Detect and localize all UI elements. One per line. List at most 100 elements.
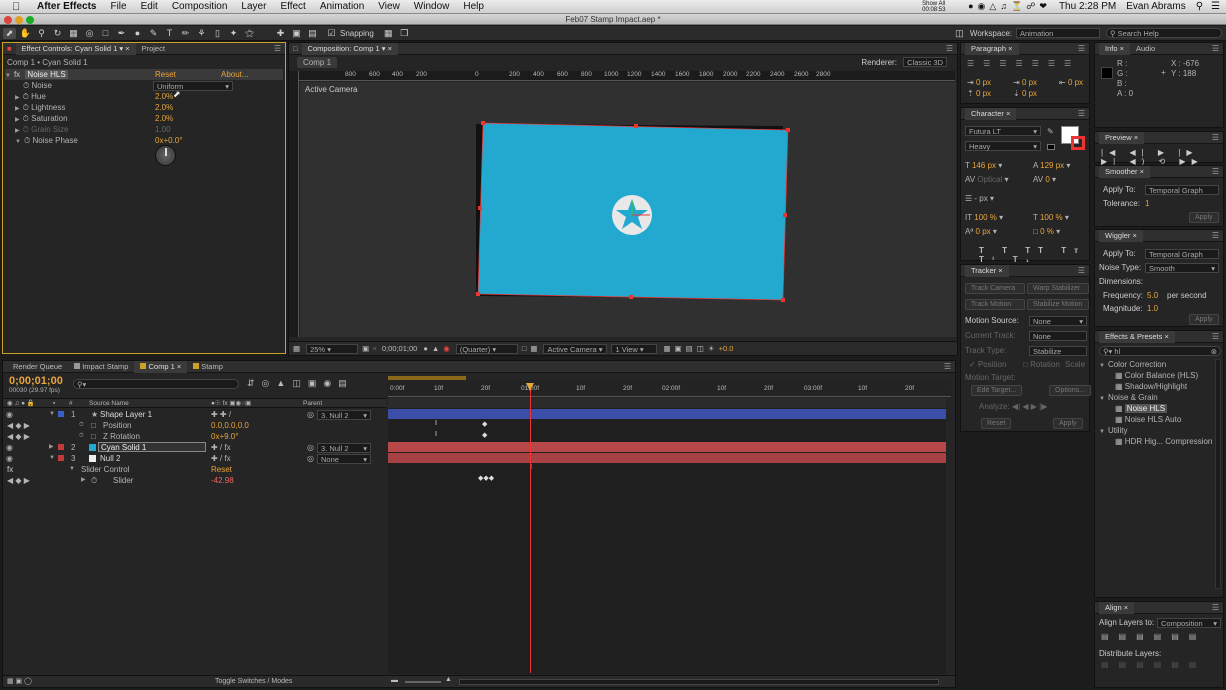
layer-name[interactable]: Null 2 xyxy=(100,453,120,464)
tab-composition[interactable]: Composition: Comp 1 ▾ × xyxy=(301,42,398,55)
graph-editor-icon[interactable]: ▤ xyxy=(338,378,354,388)
tab-smoother[interactable]: Smoother × xyxy=(1099,165,1150,178)
layer-bar-null-2[interactable] xyxy=(388,453,946,463)
channel-icon[interactable]: ◉ xyxy=(443,344,450,353)
pickwhip-icon[interactable]: ◎ xyxy=(307,409,314,420)
zoom-select[interactable]: 25% ▾ xyxy=(306,343,359,354)
comp-mini-flowchart-icon[interactable]: ⇵ xyxy=(247,378,262,388)
align-to-select[interactable]: Composition ▾ xyxy=(1157,618,1221,628)
tracking[interactable]: AV 0 ▾ xyxy=(1033,174,1056,185)
frame-blend-icon[interactable]: ▣ xyxy=(308,378,324,388)
camera-tool-icon[interactable]: ▦ xyxy=(67,28,80,39)
timeline-footer-icons[interactable]: ▦ ▣ ◯ xyxy=(7,677,32,685)
menu-file[interactable]: File xyxy=(103,1,133,12)
rotate-tool-icon[interactable]: ↻ xyxy=(51,28,64,39)
hand-tool-icon[interactable]: ✋ xyxy=(19,28,32,39)
tab-effects-presets[interactable]: Effects & Presets × xyxy=(1099,330,1175,343)
parent-select[interactable]: None ▾ xyxy=(317,454,371,464)
keyframe-icon[interactable]: I xyxy=(435,431,437,438)
effect-header[interactable]: ▼ fx Noise HLS Reset About... xyxy=(5,69,283,80)
menu-window[interactable]: Window xyxy=(407,1,457,12)
pen-tool-2-icon[interactable]: ✎ xyxy=(147,28,160,39)
col-source-name[interactable]: Source Name xyxy=(89,399,129,408)
indent-left[interactable]: ⇥ 0 px xyxy=(967,77,991,88)
user-name[interactable]: Evan Abrams xyxy=(1126,1,1185,12)
workspace-icon[interactable]: ◫ xyxy=(953,28,966,39)
noise-phase-dial[interactable] xyxy=(155,145,176,166)
clock[interactable]: Thu 2:28 PM xyxy=(1059,1,1116,12)
mask-icon[interactable]: ▫ xyxy=(373,344,376,353)
track-camera-button[interactable]: Track Camera xyxy=(965,283,1025,294)
toggle-pixel-icon[interactable]: ▦ xyxy=(663,344,670,353)
slider-value[interactable]: -42.98 xyxy=(211,475,234,486)
tree-color-balance-hls[interactable]: ▦ Color Balance (HLS) xyxy=(1115,370,1198,381)
stopwatch-icon[interactable]: ⏱ xyxy=(23,114,29,123)
effects-scrollbar[interactable] xyxy=(1215,359,1221,589)
tsume[interactable]: □ 0 % ▾ xyxy=(1033,226,1060,237)
noise-type-select[interactable]: Smooth ▾ xyxy=(1145,263,1219,273)
camera-select[interactable]: Active Camera ▾ xyxy=(543,343,608,354)
menu-view[interactable]: View xyxy=(371,1,407,12)
zoom-window-button[interactable] xyxy=(26,15,34,24)
layer-row-shape-layer-1[interactable]: ◉ ▼ 1 ★ Shape Layer 1 ✚ ✚ / ◎ 3. Null 2 ▾ xyxy=(3,409,386,420)
effects-search-input[interactable]: ⚲▾ hl ⊗ xyxy=(1099,346,1221,356)
graph-icon[interactable]: □ xyxy=(91,431,96,442)
layer-name[interactable]: Cyan Solid 1 xyxy=(98,442,206,452)
selection-tool-icon[interactable]: ⬈ xyxy=(3,27,16,39)
menu-edit[interactable]: Edit xyxy=(134,1,165,12)
label-swatch[interactable] xyxy=(58,455,64,461)
noise-dropdown[interactable]: Uniform ▾ xyxy=(153,81,233,91)
snap-edges-icon[interactable]: ▦ xyxy=(382,28,395,39)
menu-effect[interactable]: Effect xyxy=(273,1,312,12)
lock-icon[interactable]: ■ xyxy=(7,44,12,53)
layer-bar-shape-layer-1[interactable] xyxy=(388,409,946,419)
graph-icon[interactable]: □ xyxy=(91,420,96,431)
notifications-icon[interactable]: ☰ xyxy=(1211,1,1220,12)
tree-noise-hls[interactable]: ▦ Noise HLS xyxy=(1115,403,1168,414)
font-size[interactable]: T 146 px ▾ xyxy=(965,160,1002,171)
panel-menu-icon[interactable]: ☰ xyxy=(274,44,281,53)
tab-stamp[interactable]: Stamp xyxy=(187,361,229,373)
noise-phase-value[interactable]: 0x+0.0° xyxy=(155,135,182,146)
menu-composition[interactable]: Composition xyxy=(165,1,235,12)
stopwatch-icon[interactable]: ⏱ xyxy=(23,92,29,101)
property-row-slider-control[interactable]: fx ▼ Slider Control Reset xyxy=(3,464,386,475)
comp-breadcrumb[interactable]: Comp 1 xyxy=(297,57,338,68)
label-swatch[interactable] xyxy=(58,411,64,417)
tab-audio[interactable]: Audio xyxy=(1130,43,1161,55)
layer-name[interactable]: Shape Layer 1 xyxy=(100,409,152,420)
tab-character[interactable]: Character × xyxy=(965,107,1017,120)
ellipse-tool-icon[interactable]: ● xyxy=(131,28,144,39)
close-window-button[interactable] xyxy=(4,15,12,24)
tab-impact-stamp[interactable]: Impact Stamp xyxy=(68,361,134,373)
keyframe-nav[interactable]: ◀ ◆ ▶ xyxy=(7,475,30,486)
property-row-position[interactable]: ◀ ◆ ▶ ⏱ □ Position 0.0,0.0,0.0 xyxy=(3,420,386,431)
tab-info[interactable]: Info × xyxy=(1099,42,1130,55)
panel-menu-icon[interactable]: ☰ xyxy=(1212,603,1219,612)
space-after[interactable]: ⇣ 0 px xyxy=(1013,88,1037,99)
z-rotation-value[interactable]: 0x+9.0° xyxy=(211,431,238,442)
tab-align[interactable]: Align × xyxy=(1099,601,1135,614)
tab-effect-controls[interactable]: Effect Controls: Cyan Solid 1 ▾ × xyxy=(15,42,136,55)
space-before[interactable]: ⇡ 0 px xyxy=(967,88,991,99)
tree-color-correction[interactable]: ▼ Color Correction xyxy=(1099,359,1166,370)
exposure-value[interactable]: +0.0 xyxy=(719,344,734,353)
baseline-shift[interactable]: Aª 0 px ▾ xyxy=(965,226,997,237)
transparency-grid-icon[interactable]: ▦ xyxy=(530,344,537,353)
black-swatch[interactable] xyxy=(1047,144,1055,150)
panel-menu-icon[interactable]: ☰ xyxy=(1078,44,1085,53)
apple-icon[interactable]:  xyxy=(12,1,24,13)
visibility-icon[interactable]: ◉ xyxy=(5,453,14,464)
pickwhip-icon[interactable]: ◎ xyxy=(307,453,314,464)
puppet-tool-icon[interactable]: ⚝ xyxy=(243,28,256,39)
snap-features-icon[interactable]: ❒ xyxy=(398,28,411,39)
tree-noise-grain[interactable]: ▼ Noise & Grain xyxy=(1099,392,1158,403)
grid-icon[interactable]: ▣ xyxy=(362,344,369,353)
zoom-tool-icon[interactable]: ⚲ xyxy=(35,28,48,39)
stroke-width[interactable]: ☰ - px ▾ xyxy=(965,193,994,204)
slider-control-reset[interactable]: Reset xyxy=(211,464,232,475)
col-parent[interactable]: Parent xyxy=(303,399,322,408)
axis-world-icon[interactable]: ▣ xyxy=(290,28,303,39)
timeline-icon[interactable]: ▤ xyxy=(686,344,693,353)
live-update-icon[interactable]: ◎ xyxy=(262,378,277,388)
